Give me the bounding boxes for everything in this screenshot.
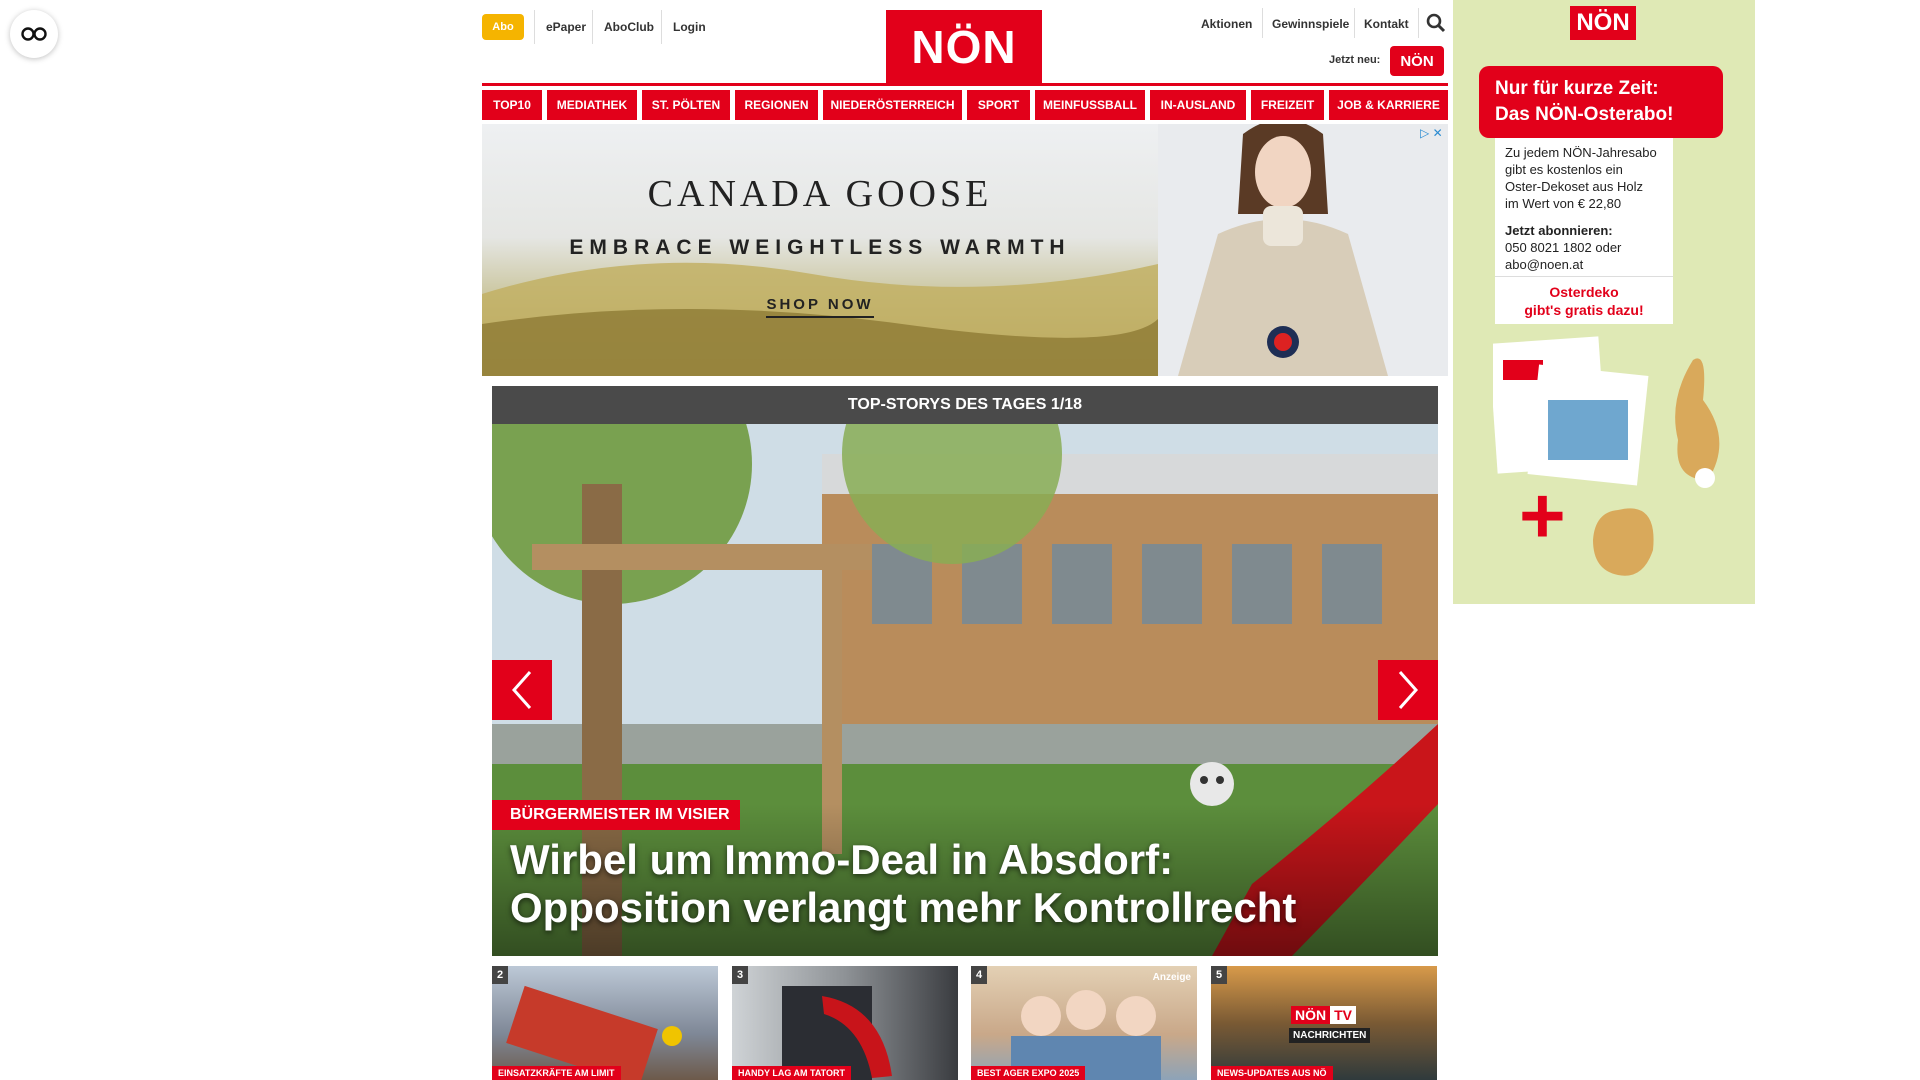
accessibility-button[interactable] [10,10,58,58]
side-ad[interactable]: NÖN Nur für kurze Zeit: Das NÖN-Osterabo… [1453,0,1755,604]
accessibility-icon [21,27,47,41]
thumb-label: NEWS-UPDATES AUS NÖ [1211,1066,1333,1080]
side-ad-title: Nur für kurze Zeit: Das NÖN-Osterabo! [1479,66,1723,138]
side-ad-promo: Osterdeko gibt's gratis dazu! [1495,276,1673,324]
noen-tv-logo: NÖN TV [1291,1006,1357,1024]
nav-item-mediathek[interactable]: MEDIATHEK [547,90,637,120]
story-thumb-5[interactable]: NÖN TV NACHRICHTEN 5 NEWS-UPDATES AUS NÖ [1211,966,1437,1080]
nav-item-in-ausland[interactable]: IN-AUSLAND [1150,90,1246,120]
thumb-image [782,986,892,1080]
side-ad-plus: + [1519,471,1566,560]
noen-logo[interactable]: NÖN [886,10,1042,84]
nav-item-sport[interactable]: SPORT [967,90,1030,120]
ad-brand: CANADA GOOSE [647,173,993,215]
main-nav: TOP10 MEDIATHEK ST. PÖLTEN REGIONEN NIED… [482,90,1448,120]
kontakt-link[interactable]: Kontakt [1364,17,1409,31]
story-kicker: BÜRGERMEISTER IM VISIER [492,800,740,830]
thumb-image [506,985,682,1080]
login-link[interactable]: Login [673,20,706,34]
nav-item-regionen[interactable]: REGIONEN [735,90,818,120]
nav-item-meinfussball[interactable]: MEINFUSSBALL [1035,90,1145,120]
search-button[interactable] [1426,13,1446,33]
chevron-right-icon [1398,671,1419,709]
banner-ad[interactable]: CANADA GOOSE EMBRACE WEIGHTLESS WARMTH S… [482,124,1448,376]
thumb-number: 5 [1211,966,1227,984]
carousel-next-button[interactable] [1378,660,1438,720]
divider [661,10,662,44]
thumb-number: 4 [971,966,987,984]
ad-close-icon[interactable]: ▷ ✕ [1420,126,1443,140]
epaper-link[interactable]: ePaper [546,20,586,34]
ad-slogan: EMBRACE WEIGHTLESS WARMTH [569,236,1071,259]
ad-cta-label: SHOP NOW [766,296,874,318]
story-headline-line1: Wirbel um Immo-Deal in Absdorf: [510,836,1174,883]
ad-badge: Anzeige [1152,972,1191,983]
story-thumb-3[interactable]: 3 HANDY LAG AM TATORT [732,966,958,1080]
new-product-logo[interactable]: NÖN [1390,46,1444,76]
abo-button[interactable]: Abo [482,14,524,40]
side-ad-logo: NÖN [1570,6,1636,40]
topstories-header: TOP-STORYS DES TAGES 1/18 [492,386,1438,424]
divider [1262,8,1263,38]
carousel-prev-button[interactable] [492,660,552,720]
nav-item-top10[interactable]: TOP10 [482,90,542,120]
ad-model-image [1158,124,1448,376]
nav-item-st-poelten[interactable]: ST. PÖLTEN [642,90,730,120]
thumb-label: EINSATZKRÄFTE AM LIMIT [492,1066,621,1080]
story-thumb-2[interactable]: 2 EINSATZKRÄFTE AM LIMIT [492,966,718,1080]
search-icon [1426,13,1446,33]
divider [1354,8,1355,38]
nav-item-freizeit[interactable]: FREIZEIT [1251,90,1324,120]
thumb-number: 2 [492,966,508,984]
aboclub-link[interactable]: AboClub [604,20,654,34]
divider [534,10,535,44]
divider [1418,8,1419,38]
header-divider [482,83,1448,86]
divider [592,10,593,44]
ad-shop-now[interactable]: SHOP NOW [482,296,1158,318]
chevron-left-icon [511,671,532,709]
aktionen-link[interactable]: Aktionen [1201,17,1252,31]
thumb-label: HANDY LAG AM TATORT [732,1066,851,1080]
thumb-number: 3 [732,966,748,984]
story-headline[interactable]: Wirbel um Immo-Deal in Absdorf: Oppositi… [510,836,1410,932]
story-headline-line2: Opposition verlangt mehr Kontrollrecht [510,884,1297,931]
thumb-label: BEST AGER EXPO 2025 [971,1066,1086,1080]
nav-item-niederoesterreich[interactable]: NIEDERÖSTERREICH [823,90,962,120]
story-thumb-4[interactable]: 4 Anzeige BEST AGER EXPO 2025 [971,966,1197,1080]
nav-item-job-karriere[interactable]: JOB & KARRIERE [1329,90,1448,120]
gewinnspiele-link[interactable]: Gewinnspiele [1272,17,1349,31]
thumb-image [1011,990,1161,1080]
jetzt-neu-label: Jetzt neu: [1329,54,1381,66]
nachrichten-label: NACHRICHTEN [1289,1028,1371,1043]
